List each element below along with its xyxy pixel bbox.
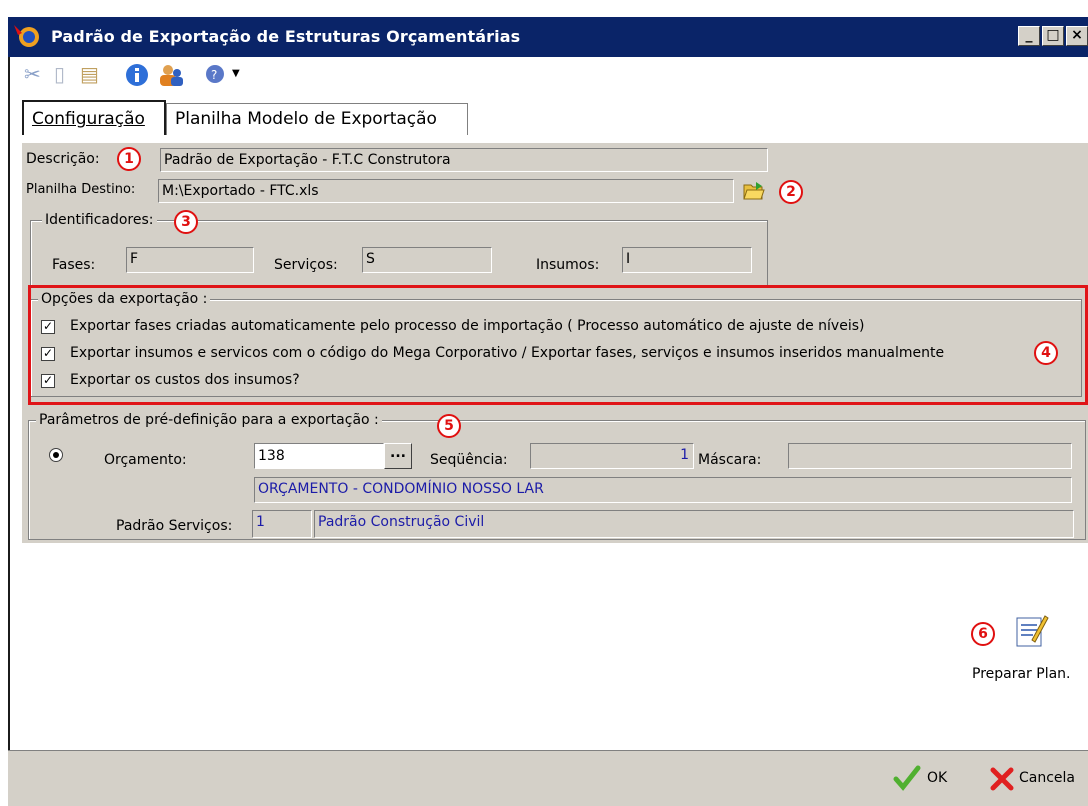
tab-configuracao[interactable]: Configuração	[22, 100, 166, 135]
folder-open-icon[interactable]	[742, 180, 766, 202]
app-icon	[14, 25, 39, 47]
descricao-field[interactable]: Padrão de Exportação - F.T.C Construtora	[160, 148, 768, 172]
planilha-destino-label: Planilha Destino:	[26, 182, 136, 197]
orcamento-radio[interactable]	[49, 448, 63, 462]
toolbar: ✂ ▯ ▤ ? ▼	[10, 57, 1088, 93]
insumos-field[interactable]: I	[622, 247, 752, 273]
padrao-servicos-code[interactable]: 1	[252, 510, 312, 538]
fases-label: Fases:	[52, 257, 96, 273]
paste-icon[interactable]: ▤	[80, 61, 99, 87]
fases-field[interactable]: F	[126, 247, 254, 273]
sequencia-label: Seqüência:	[430, 452, 508, 468]
tab-planilha-modelo[interactable]: Planilha Modelo de Exportação	[166, 103, 468, 135]
sequencia-field[interactable]: 1	[530, 443, 694, 469]
padrao-servicos-description: Padrão Construção Civil	[314, 510, 1074, 538]
annotation-5: 5	[437, 414, 461, 438]
insumos-label: Insumos:	[536, 257, 600, 273]
cut-icon[interactable]: ✂	[24, 61, 41, 87]
identificadores-legend: Identificadores:	[42, 212, 157, 228]
descricao-label: Descrição:	[26, 151, 100, 167]
annotation-4: 4	[1034, 341, 1058, 365]
close-button[interactable]: ×	[1066, 26, 1088, 46]
highlight-box	[28, 285, 1088, 405]
tab-configuracao-label: Configuração	[32, 109, 145, 129]
annotation-6: 6	[971, 622, 995, 646]
prepare-sheet-icon[interactable]	[1012, 612, 1050, 650]
svg-text:?: ?	[211, 68, 217, 82]
orcamento-description: ORÇAMENTO - CONDOMÍNIO NOSSO LAR	[254, 477, 1072, 503]
parametros-legend: Parâmetros de pré-definição para a expor…	[36, 412, 382, 428]
dropdown-arrow-icon[interactable]: ▼	[232, 61, 240, 87]
users-icon[interactable]	[156, 62, 184, 88]
minimize-button[interactable]: _	[1018, 26, 1040, 46]
annotation-3: 3	[174, 210, 198, 234]
title-bar[interactable]: Padrão de Exportação de Estruturas Orçam…	[8, 17, 1088, 57]
ok-check-icon[interactable]	[893, 765, 921, 791]
cancel-x-icon[interactable]	[990, 767, 1014, 791]
mascara-label: Máscara:	[698, 452, 762, 468]
padrao-servicos-label: Padrão Serviços:	[116, 518, 233, 534]
preparar-plan-button[interactable]: Preparar Plan.	[972, 666, 1071, 682]
annotation-2: 2	[779, 180, 803, 204]
orcamento-label: Orçamento:	[104, 452, 187, 468]
tab-planilha-modelo-label: Planilha Modelo de Exportação	[175, 109, 437, 129]
servicos-label: Serviços:	[274, 257, 338, 273]
planilha-destino-field[interactable]: M:\Exportado - FTC.xls	[158, 179, 734, 203]
orcamento-lookup-button[interactable]: ...	[384, 443, 412, 469]
help-icon[interactable]: ?	[204, 63, 226, 89]
info-icon[interactable]	[124, 62, 150, 88]
maximize-button[interactable]: □	[1042, 26, 1064, 46]
orcamento-field[interactable]: 138	[254, 443, 384, 469]
window-title: Padrão de Exportação de Estruturas Orçam…	[51, 27, 521, 46]
copy-icon[interactable]: ▯	[54, 61, 65, 87]
ok-button[interactable]: OK	[927, 770, 947, 786]
cancel-button[interactable]: Cancela	[1019, 770, 1075, 786]
annotation-1: 1	[117, 147, 141, 171]
servicos-field[interactable]: S	[362, 247, 492, 273]
mascara-field[interactable]	[788, 443, 1072, 469]
footer-bar	[8, 750, 1088, 806]
